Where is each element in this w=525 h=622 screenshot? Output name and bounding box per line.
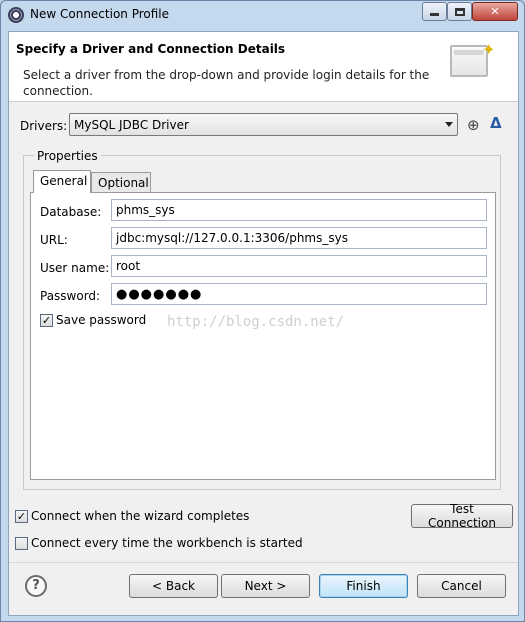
dialog-client-area: Specify a Driver and Connection Details …	[8, 31, 519, 616]
connect-on-complete-checkbox[interactable]: ✓	[15, 510, 28, 523]
database-label: Database:	[40, 205, 102, 219]
tab-general[interactable]: General	[33, 170, 91, 193]
drivers-label: Drivers:	[20, 119, 68, 133]
window-title: New Connection Profile	[30, 7, 170, 21]
new-driver-icon[interactable]: ⊕	[467, 116, 480, 134]
connect-on-complete-label: Connect when the wizard completes	[31, 509, 250, 523]
edit-driver-icon[interactable]: Δ	[490, 114, 502, 132]
button-bar-separator	[9, 562, 518, 563]
sparkle-icon: ✦	[482, 40, 496, 59]
url-input[interactable]: jdbc:mysql://127.0.0.1:3306/phms_sys	[111, 227, 487, 249]
password-input[interactable]: ●●●●●●●	[111, 283, 487, 305]
test-connection-button[interactable]: Test Connection	[411, 502, 513, 530]
dialog-window: New Connection Profile ✕ Specify a Drive…	[0, 0, 525, 622]
page-title: Specify a Driver and Connection Details	[16, 42, 286, 56]
tab-optional[interactable]: Optional	[91, 172, 151, 193]
maximize-icon	[454, 7, 465, 16]
next-button[interactable]: Next >	[221, 574, 310, 598]
eclipse-icon	[8, 7, 24, 23]
close-icon: ✕	[490, 5, 500, 18]
connect-every-time-checkbox[interactable]	[15, 537, 28, 550]
save-password-label: Save password	[56, 313, 147, 327]
chevron-down-icon	[445, 122, 453, 127]
minimize-button[interactable]	[422, 2, 447, 21]
close-button[interactable]: ✕	[472, 2, 518, 21]
finish-button[interactable]: Finish	[319, 574, 408, 598]
minimize-icon	[430, 13, 439, 16]
url-label: URL:	[40, 233, 68, 247]
cancel-button[interactable]: Cancel	[417, 574, 506, 598]
title-bar[interactable]: New Connection Profile ✕	[1, 1, 524, 29]
properties-legend: Properties	[34, 149, 101, 163]
back-button[interactable]: < Back	[129, 574, 218, 598]
driver-dropdown[interactable]: MySQL JDBC Driver	[69, 113, 458, 136]
maximize-button[interactable]	[447, 2, 472, 21]
username-label: User name:	[40, 261, 110, 275]
connect-every-time-label: Connect every time the workbench is star…	[31, 536, 303, 550]
database-input[interactable]: phms_sys	[111, 199, 487, 221]
password-label: Password:	[40, 289, 101, 303]
watermark-text: http://blog.csdn.net/	[167, 314, 345, 330]
wizard-header: Specify a Driver and Connection Details …	[9, 32, 518, 102]
help-icon[interactable]: ?	[25, 575, 47, 597]
page-description: Select a driver from the drop-down and p…	[23, 68, 430, 98]
username-input[interactable]: root	[111, 255, 487, 277]
driver-selected-value: MySQL JDBC Driver	[74, 118, 189, 132]
save-password-checkbox[interactable]: ✓	[40, 314, 53, 327]
general-tab-panel: Database: phms_sys URL: jdbc:mysql://127…	[30, 192, 496, 480]
